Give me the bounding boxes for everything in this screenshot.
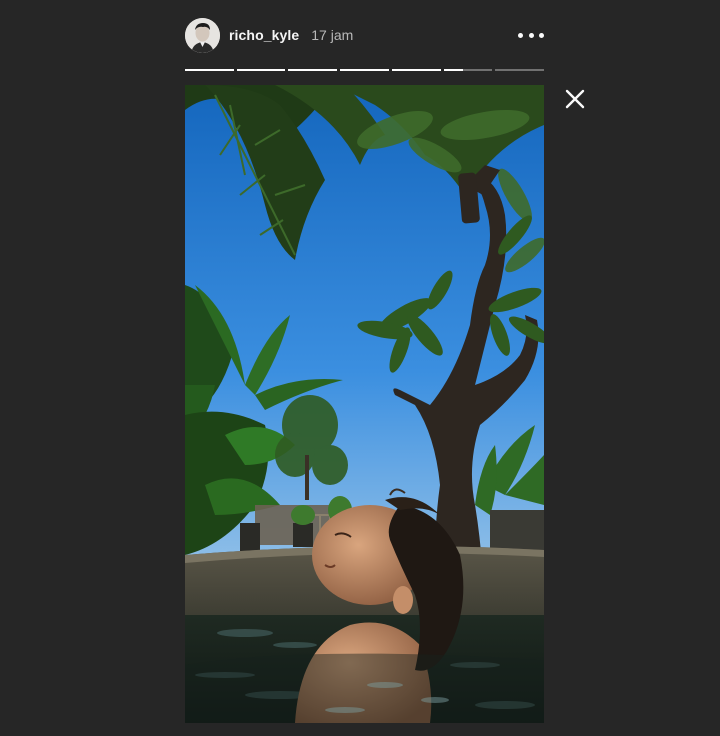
progress-segment <box>443 69 493 71</box>
progress-segment <box>236 69 286 71</box>
progress-segment <box>495 69 545 71</box>
progress-segment <box>288 69 338 71</box>
username[interactable]: richo_kyle <box>229 27 299 43</box>
progress-segment-fill <box>185 69 234 71</box>
progress-segment <box>340 69 389 71</box>
story-header: richo_kyle 17 jam <box>185 16 544 54</box>
progress-segment-fill <box>236 69 286 71</box>
avatar[interactable] <box>185 17 220 53</box>
story-image[interactable] <box>185 85 544 723</box>
close-icon[interactable] <box>563 87 587 111</box>
progress-segment-fill <box>443 69 464 71</box>
timestamp: 17 jam <box>311 27 354 43</box>
dot <box>518 32 523 38</box>
dot <box>528 32 534 38</box>
progress-segment-fill <box>288 69 338 71</box>
more-options-icon[interactable] <box>518 25 544 45</box>
dot <box>539 32 544 38</box>
story-viewer: richo_kyle 17 jam <box>0 0 720 736</box>
progress-segment <box>185 69 234 71</box>
story-progress-bar <box>185 69 545 72</box>
progress-segment-fill <box>391 69 441 71</box>
progress-segment <box>391 69 441 71</box>
progress-segment-fill <box>340 69 389 71</box>
